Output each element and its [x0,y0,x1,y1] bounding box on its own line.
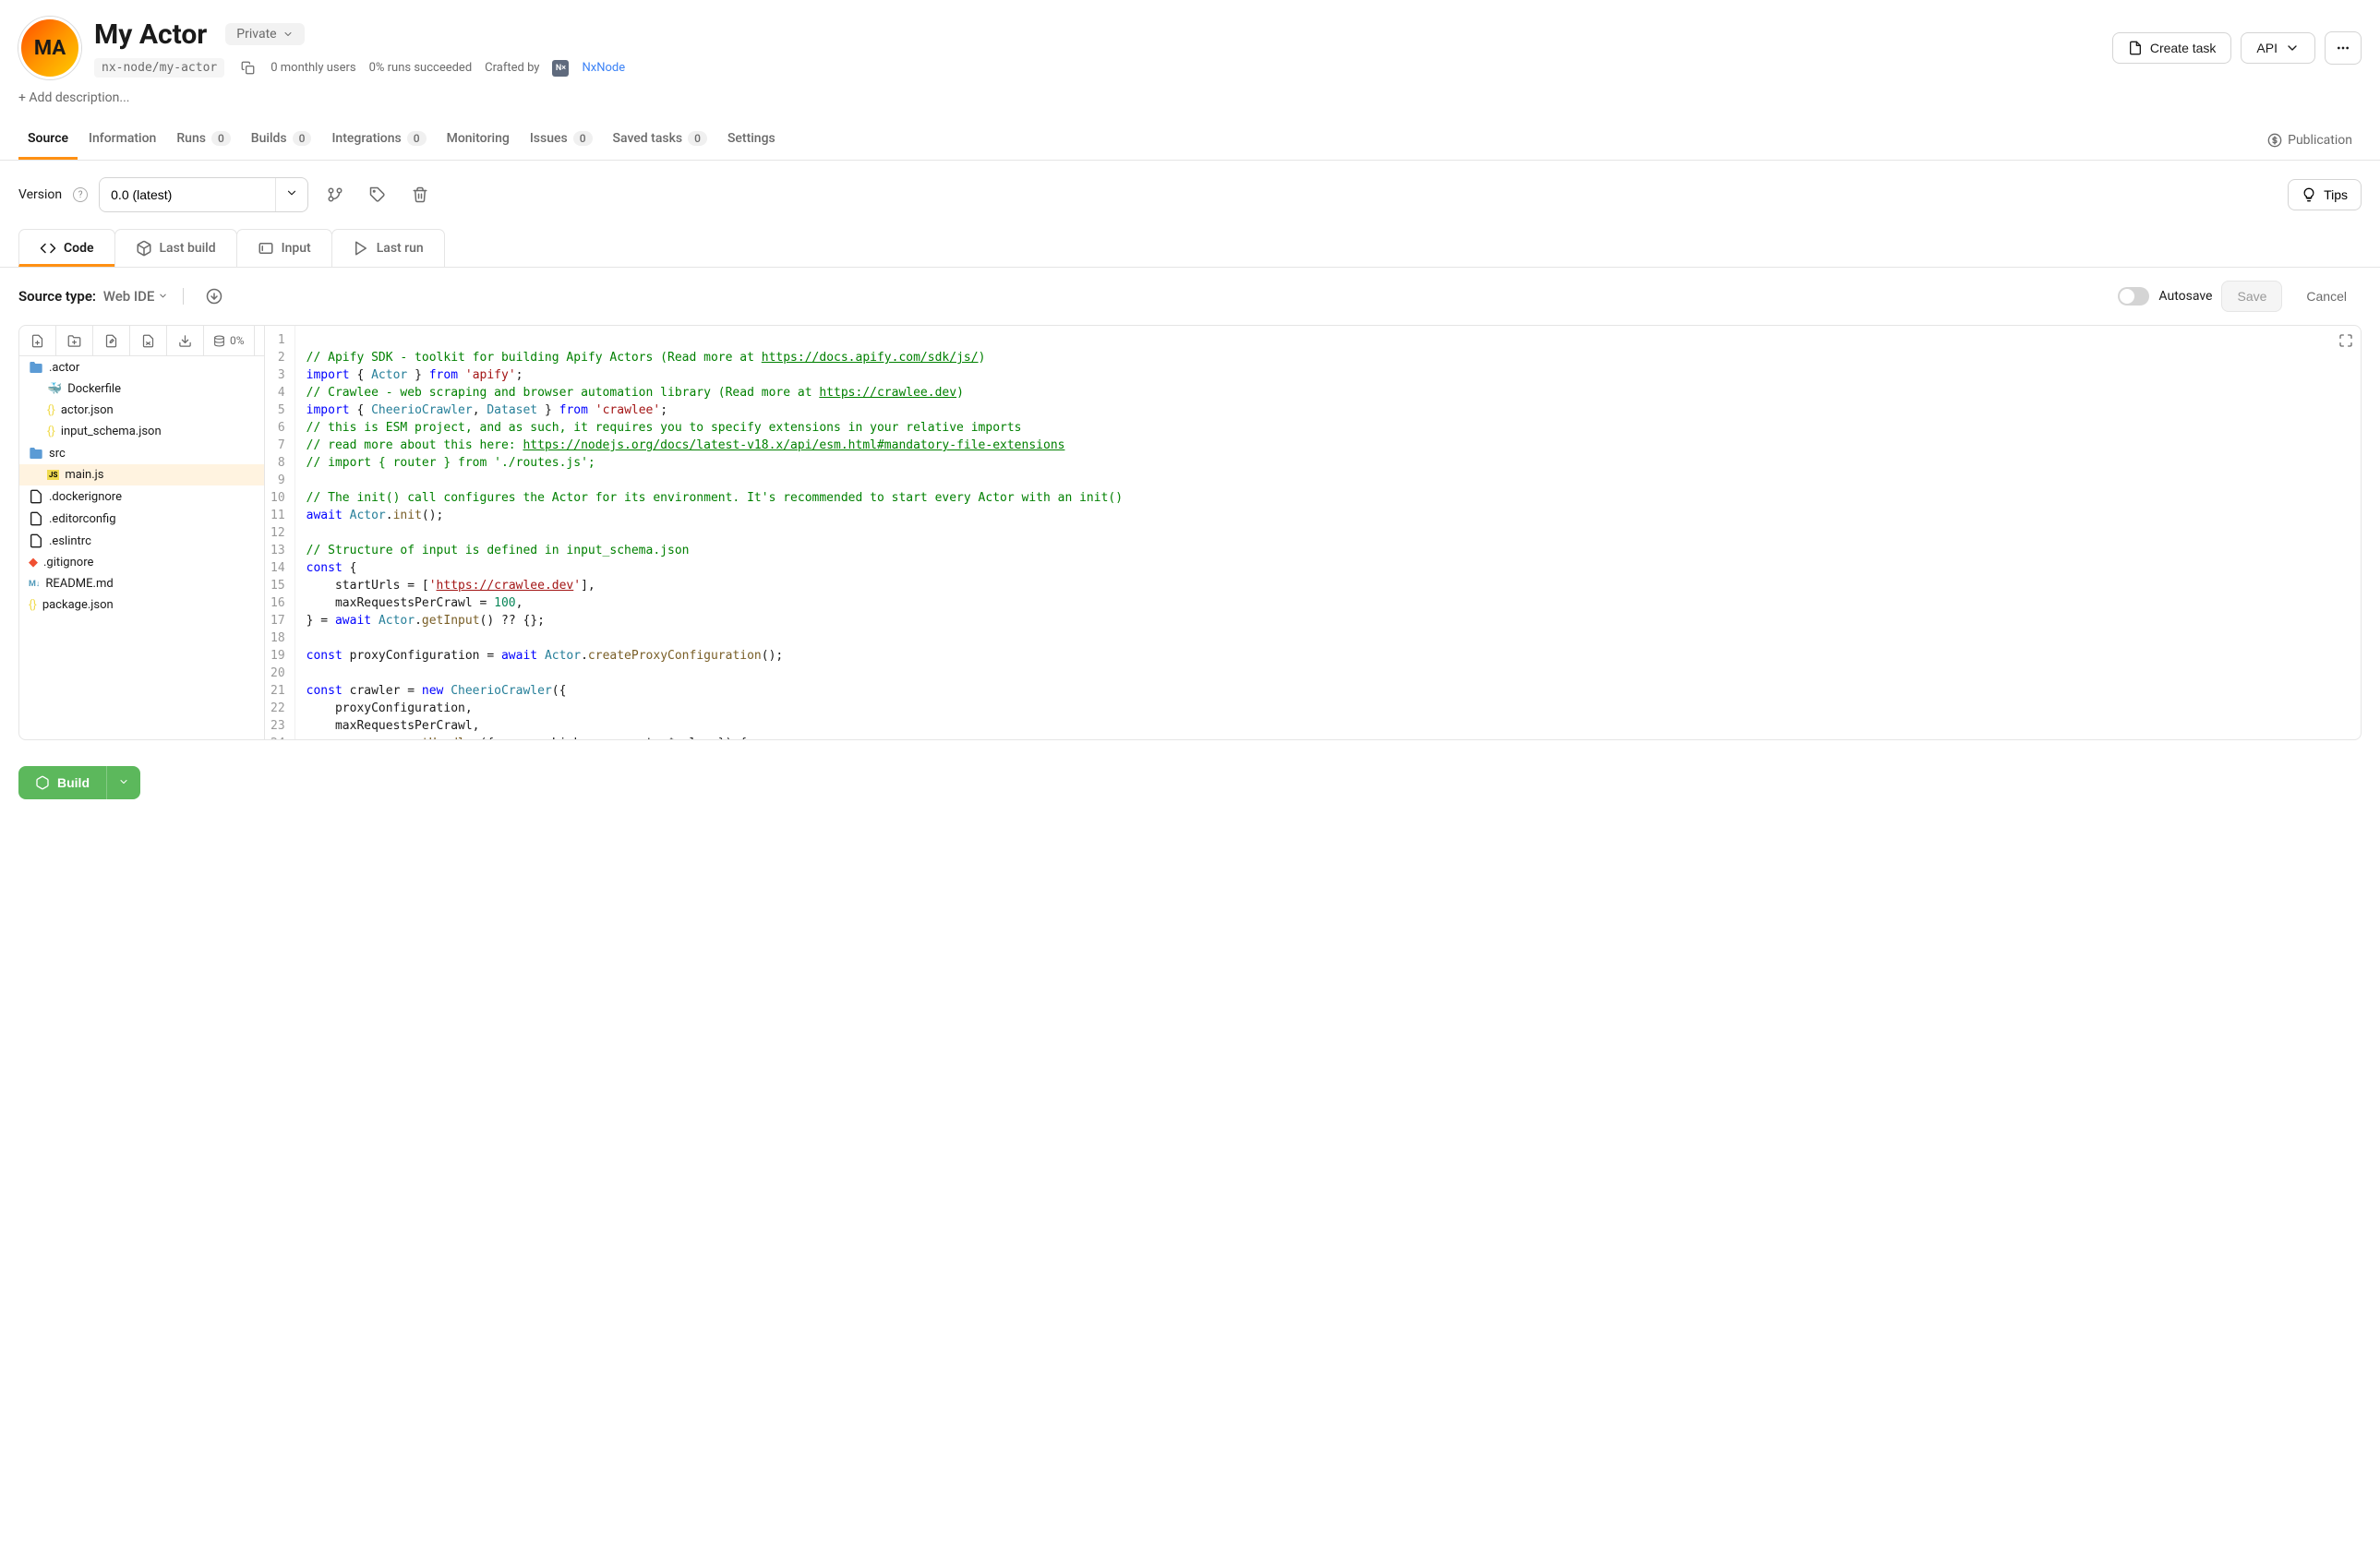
tag-button[interactable] [362,179,393,210]
folder-icon [29,446,43,461]
download-circle-icon [206,288,222,305]
author-badge: N× [552,60,569,77]
actor-avatar: MA [18,17,81,79]
file-plus-icon [30,334,44,348]
maximize-icon [2338,333,2353,348]
version-dropdown-toggle[interactable] [275,178,307,211]
download-source-button[interactable] [198,281,230,312]
folder-src[interactable]: src [19,442,264,464]
file-eslintrc[interactable]: .eslintrc [19,530,264,552]
publication-link[interactable]: Publication [2258,122,2362,159]
git-branch-button[interactable] [319,179,351,210]
download-file-button[interactable] [167,326,204,355]
delete-button[interactable] [404,179,436,210]
ellipsis-icon [2336,41,2350,55]
code-icon [40,240,56,257]
tab-saved-tasks[interactable]: Saved tasks0 [604,120,716,160]
chevron-down-icon [282,29,294,40]
database-icon [213,335,225,347]
new-folder-button[interactable] [56,326,93,355]
tips-button[interactable]: Tips [2288,179,2362,210]
subtab-last-build[interactable]: Last build [114,229,237,267]
file-icon [29,489,43,504]
new-file-button[interactable] [19,326,56,355]
expand-editor-button[interactable] [2338,333,2353,352]
dollar-icon [2267,133,2282,148]
file-gitignore[interactable]: ◆.gitignore [19,552,264,573]
version-info-icon[interactable]: ? [73,187,88,202]
version-label: Version [18,187,62,202]
version-input[interactable] [100,179,275,210]
file-size-indicator: 0% [204,326,255,355]
create-task-button[interactable]: Create task [2112,32,2232,64]
package-icon [136,240,152,257]
cancel-button[interactable]: Cancel [2291,282,2362,311]
file-icon [29,511,43,526]
chevron-down-icon [118,776,129,787]
download-icon [178,334,192,348]
line-numbers: 123456789101112131415161718192021222324 [265,326,295,739]
autosave-toggle[interactable] [2118,287,2149,306]
build-button[interactable]: Build [18,766,106,799]
crafted-by-label: Crafted by [485,61,539,75]
edit-icon [104,334,118,348]
file-icon [2128,41,2143,55]
input-icon [258,240,274,257]
code-editor[interactable]: 123456789101112131415161718192021222324 … [265,326,2361,739]
folder-icon [29,360,43,375]
runs-succeeded: 0% runs succeeded [369,61,473,75]
add-description[interactable]: + Add description... [0,89,2380,120]
tab-issues[interactable]: Issues0 [521,120,602,160]
trash-icon [412,186,428,203]
save-button[interactable]: Save [2221,281,2282,312]
build-dropdown-button[interactable] [106,766,140,799]
source-type-value[interactable]: Web IDE [103,288,168,305]
tag-icon [369,186,386,203]
tab-source[interactable]: Source [18,120,78,160]
chevron-down-icon [285,186,298,199]
file-dockerignore[interactable]: .dockerignore [19,485,264,508]
monthly-users: 0 monthly users [270,61,355,75]
file-actor-json[interactable]: {}actor.json [19,400,264,421]
tab-builds[interactable]: Builds0 [242,120,321,160]
code-content[interactable]: // Apify SDK - toolkit for building Apif… [295,326,2361,739]
lightbulb-icon [2302,187,2316,202]
file-main-js[interactable]: JSmain.js [19,464,264,485]
chevron-down-icon [158,291,168,301]
author-link[interactable]: NxNode [582,61,625,75]
source-type-label: Source type: [18,288,96,305]
delete-file-button[interactable] [130,326,167,355]
subtab-code[interactable]: Code [18,229,115,267]
file-dockerfile[interactable]: 🐳Dockerfile [19,378,264,400]
file-icon [29,533,43,548]
copy-slug-button[interactable] [237,58,258,78]
rename-button[interactable] [93,326,130,355]
chevron-down-icon [2285,41,2300,55]
copy-icon [241,61,255,75]
tab-runs[interactable]: Runs0 [167,120,239,160]
tab-information[interactable]: Information [79,120,165,160]
package-icon [35,775,50,790]
autosave-label: Autosave [2158,289,2212,304]
subtab-last-run[interactable]: Last run [331,229,445,267]
file-x-icon [141,334,155,348]
privacy-badge[interactable]: Private [225,23,304,45]
folder-actor[interactable]: .actor [19,356,264,378]
api-button[interactable]: API [2241,32,2315,64]
play-icon [353,240,369,257]
page-title: My Actor [94,18,207,51]
file-input-schema[interactable]: {}input_schema.json [19,421,264,442]
folder-plus-icon [67,334,81,348]
subtab-input[interactable]: Input [236,229,332,267]
file-readme[interactable]: M↓README.md [19,573,264,594]
version-select[interactable] [99,177,308,212]
git-branch-icon [327,186,343,203]
actor-slug: nx-node/my-actor [94,58,224,78]
file-editorconfig[interactable]: .editorconfig [19,508,264,530]
tab-integrations[interactable]: Integrations0 [322,120,435,160]
more-actions-button[interactable] [2325,31,2362,65]
tab-monitoring[interactable]: Monitoring [438,120,519,160]
tab-settings[interactable]: Settings [718,120,785,160]
file-package-json[interactable]: {}package.json [19,594,264,616]
